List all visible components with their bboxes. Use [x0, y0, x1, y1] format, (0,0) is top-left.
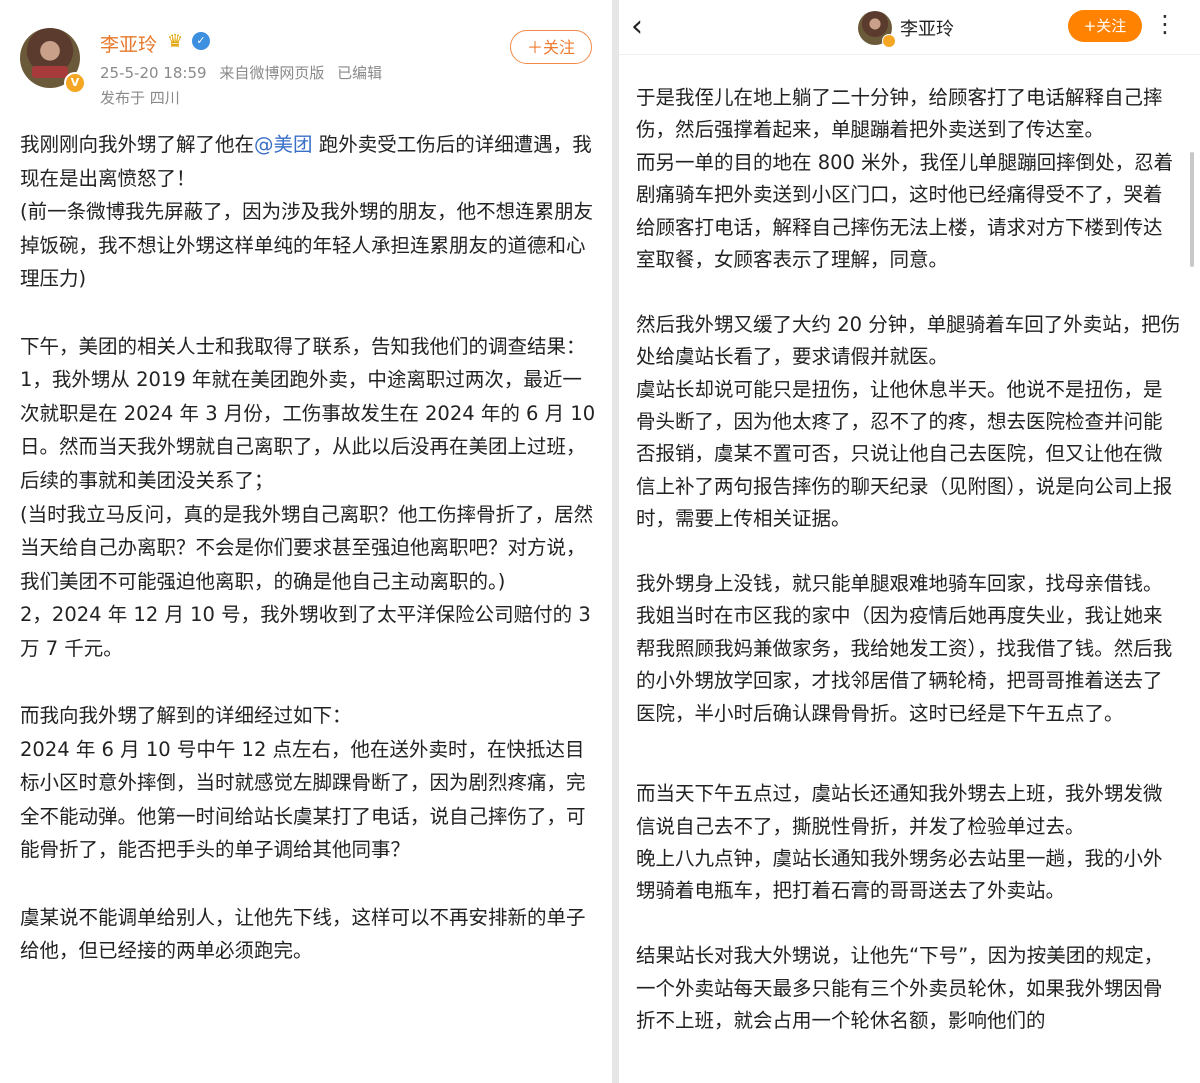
paragraph: 2024 年 6 月 10 号中午 12 点左右，他在送外卖时，在快抵达目标小区… [20, 737, 586, 862]
paragraph: 晚上八九点钟，虞站长通知我外甥务必去站里一趟，我的小外甥骑着电瓶车，把打着石膏的… [636, 846, 1163, 903]
username[interactable]: 李亚玲 [900, 15, 954, 41]
paragraph: 1，我外甥从 2019 年就在美团跑外卖，中途离职过两次，最近一次就职是在 20… [20, 368, 596, 492]
mention-link[interactable]: @美团 [254, 133, 313, 156]
paragraph: 我外甥身上没钱，就只能单腿艰难地骑车回家，找母亲借钱。 [636, 572, 1163, 596]
paragraph: 虞某说不能调单给别人，让他先下线，这样可以不再安排新的单子给他，但已经接的两单必… [20, 905, 586, 963]
verified-badge-icon: V [64, 72, 86, 94]
paragraph: 而另一单的目的地在 800 米外，我侄儿单腿蹦回摔倒处，忍着剧痛骑车把外卖送到小… [636, 150, 1174, 272]
post-body: 于是我侄儿在地上躺了二十分钟，给顾客打了电话解释自己摔伤，然后强撑着起来，单腿蹦… [636, 82, 1181, 1037]
avatar[interactable]: V [20, 28, 86, 94]
paragraph: 下午，美团的相关人士和我取得了联系，告知我他们的调查结果： [20, 334, 586, 358]
paragraph: 虞站长却说可能只是扭伤，让他休息半天。他说不是扭伤，是骨头断了，因为他太疼了，忍… [636, 377, 1173, 531]
paragraph: 2，2024 年 12 月 10 号，我外甥收到了太平洋保险公司赔付的 3 万 … [20, 603, 591, 660]
post-source[interactable]: 来自微博网页版 [219, 64, 324, 82]
header-divider [619, 54, 1200, 55]
paragraph: 我姐当时在市区我的家中（因为疫情后她再度失业，我让她来帮我照顾我妈兼做家务，我给… [636, 604, 1173, 725]
verify-icon: ✓ [192, 32, 210, 50]
edited-label[interactable]: 已编辑 [337, 64, 382, 82]
paragraph: 然后我外甥又缓了大约 20 分钟，单腿骑着车回了外卖站，把伤处给虞站长看了，要求… [636, 312, 1181, 369]
panel-divider [612, 0, 619, 1083]
username[interactable]: 李亚玲 [100, 30, 157, 57]
paragraph: 于是我侄儿在地上躺了二十分钟，给顾客打了电话解释自己摔伤，然后强撑着起来，单腿蹦… [636, 86, 1163, 142]
post-location: 发布于 四川 [100, 89, 180, 107]
paragraph: 我刚刚向我外甥了解了他在@美团 跑外卖受工伤后的详细遭遇，我现在是出离愤怒了！ [20, 133, 592, 190]
paragraph: (当时我立马反问，真的是我外甥自己离职？他工伤摔骨折了，居然当天给自己办离职？不… [20, 502, 594, 593]
crown-icon: ♛ [167, 31, 184, 52]
paragraph: (前一条微博我先屏蔽了，因为涉及我外甥的朋友，他不想连累朋友掉饭碗，我不想让外甥… [20, 200, 594, 291]
scrollbar[interactable] [1190, 152, 1194, 267]
post-meta: 25-5-20 18:59 来自微博网页版 已编辑 [100, 62, 390, 83]
paragraph: 而我向我外甥了解到的详细经过如下： [20, 704, 352, 728]
follow-button[interactable]: +关注 [1068, 10, 1142, 42]
post-body: 我刚刚向我外甥了解了他在@美团 跑外卖受工伤后的详细遭遇，我现在是出离愤怒了！ … [20, 128, 598, 968]
follow-button[interactable]: ＋关注 [510, 30, 592, 64]
post-time: 25-5-20 18:59 [100, 64, 207, 82]
back-icon[interactable]: ‹ [631, 12, 643, 42]
paragraph: 结果站长对我大外甥说，让他先“下号”，因为按美团的规定，一个外卖站每天最多只能有… [636, 944, 1164, 1032]
verified-badge-icon [882, 34, 896, 48]
paragraph: 而当天下午五点过，虞站长还通知我外甥去上班，我外甥发微信说自己去不了，撕脱性骨折… [636, 782, 1163, 838]
more-icon[interactable]: ⋮ [1153, 12, 1177, 36]
